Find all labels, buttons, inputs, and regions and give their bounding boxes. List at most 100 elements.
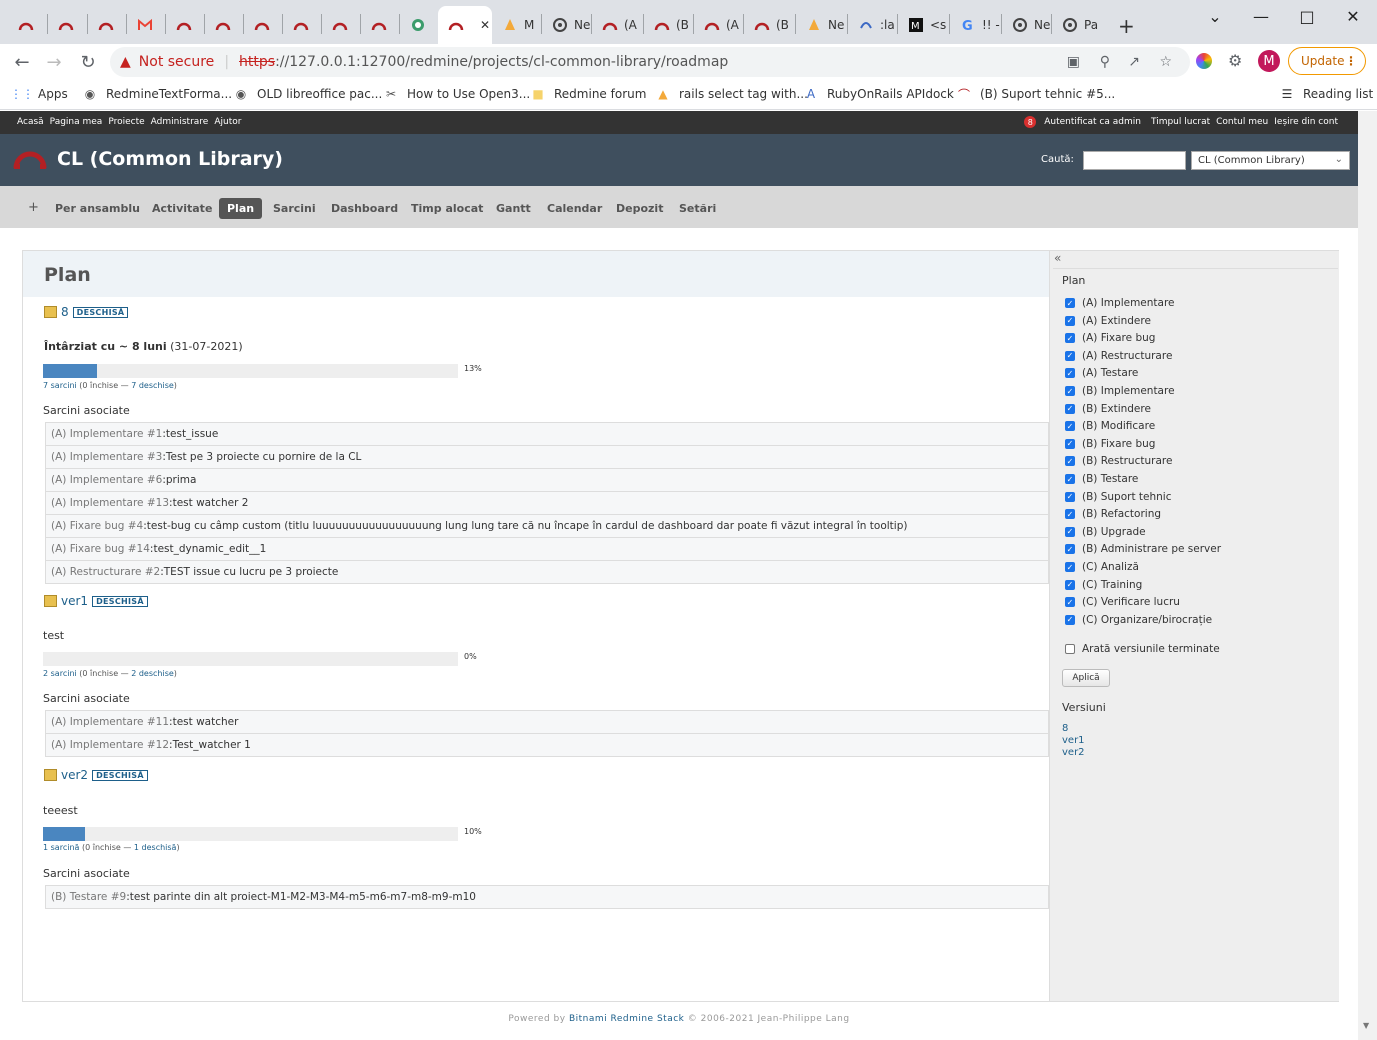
table-row[interactable]: (A) Restructurare #2: TEST issue cu lucr…	[45, 560, 1049, 583]
zoom-icon[interactable]: ⚲	[1100, 54, 1110, 70]
address-bar[interactable]: ▲ Not secure | https ://127.0.0.1:12700/…	[110, 47, 1190, 77]
tab-3[interactable]: Sarcini	[265, 198, 324, 219]
issues-link[interactable]: 7 sarcini	[43, 381, 77, 390]
tracker-option[interactable]: ✓ (B) Suport tehnic	[1065, 491, 1172, 503]
version-link[interactable]: ver2	[61, 768, 88, 782]
browser-tab[interactable]: Ne	[542, 6, 592, 44]
table-row[interactable]: (A) Implementare #6: prima	[45, 468, 1049, 491]
search-input[interactable]	[1083, 151, 1186, 170]
bookmark-item[interactable]: ✂ How to Use Open3...	[383, 86, 530, 102]
browser-tab[interactable]	[127, 6, 166, 44]
tracker-option[interactable]: ✓ (A) Testare	[1065, 367, 1138, 379]
browser-tab[interactable]	[322, 6, 361, 44]
browser-tab[interactable]	[8, 6, 48, 44]
browser-tab[interactable]	[400, 6, 438, 44]
open-issues-link[interactable]: 7 deschise	[131, 381, 174, 390]
issue-subject[interactable]: test_issue	[166, 428, 218, 440]
open-issues-link[interactable]: 2 deschise	[131, 669, 174, 678]
issues-link[interactable]: 2 sarcini	[43, 669, 77, 678]
collapse-sidebar-icon[interactable]: «	[1054, 251, 1061, 265]
apply-button[interactable]: Aplică	[1062, 669, 1110, 687]
tab-9[interactable]: Setări	[671, 198, 724, 219]
sidebar-version-link[interactable]: 8	[1062, 723, 1068, 734]
table-row[interactable]: (A) Implementare #12: Test_watcher 1	[45, 733, 1049, 756]
issue-subject[interactable]: prima	[166, 474, 197, 486]
issue-tracker-link[interactable]: (A) Fixare bug #14	[51, 543, 150, 555]
tracker-option[interactable]: ✓ (A) Fixare bug	[1065, 332, 1155, 344]
issue-tracker-link[interactable]: (A) Implementare #3	[51, 451, 162, 463]
issue-tracker-link[interactable]: (B) Testare #9	[51, 891, 126, 903]
sidebar-version-link[interactable]: ver1	[1062, 735, 1085, 746]
issue-tracker-link[interactable]: (A) Implementare #12	[51, 739, 169, 751]
top-menu-link[interactable]: Ieșire din cont	[1274, 117, 1338, 127]
issue-tracker-link[interactable]: (A) Implementare #1	[51, 428, 162, 440]
not-secure-label[interactable]: Not secure	[139, 54, 215, 70]
browser-tab[interactable]: Pa	[1052, 6, 1100, 44]
tracker-option[interactable]: ✓ (B) Restructurare	[1065, 455, 1172, 467]
tracker-option[interactable]: ✓ (B) Fixare bug	[1065, 438, 1155, 450]
color-extension-icon[interactable]	[1196, 53, 1212, 69]
tracker-option[interactable]: ✓ (B) Testare	[1065, 473, 1138, 485]
tab-5[interactable]: Timp alocat	[403, 198, 491, 219]
issue-subject[interactable]: test_dynamic_edit__1	[153, 543, 266, 555]
tracker-checkbox[interactable]: ✓	[1065, 386, 1075, 396]
tracker-option[interactable]: ✓ (B) Upgrade	[1065, 526, 1146, 538]
bookmark-item[interactable]: ▲ rails select tag with...	[655, 86, 808, 102]
table-row[interactable]: (A) Fixare bug #4: test-bug cu câmp cust…	[45, 514, 1049, 537]
browser-tab[interactable]: M	[492, 6, 542, 44]
tracker-checkbox[interactable]: ✓	[1065, 491, 1075, 502]
table-row[interactable]: (B) Testare #9: test parinte din alt pro…	[45, 885, 1049, 908]
table-row[interactable]: (A) Implementare #1: test_issue	[45, 422, 1049, 445]
browser-tab[interactable]: Ne	[796, 6, 848, 44]
show-completed-option[interactable]: Arată versiunile terminate	[1065, 643, 1220, 655]
tracker-checkbox[interactable]: ✓	[1065, 403, 1075, 414]
minimize-icon[interactable]: —	[1238, 0, 1284, 32]
tracker-option[interactable]: ✓ (C) Verificare lucru	[1065, 596, 1180, 608]
tracker-checkbox[interactable]: ✓	[1065, 438, 1075, 449]
top-menu-link[interactable]: Timpul lucrat	[1151, 117, 1210, 127]
tracker-checkbox[interactable]: ✓	[1065, 456, 1075, 467]
new-tab-icon[interactable]: +	[1118, 14, 1135, 38]
bookmark-item[interactable]: ⌒ (B) Suport tehnic #5...	[956, 86, 1115, 102]
tracker-option[interactable]: ✓ (B) Implementare	[1065, 385, 1175, 397]
forward-icon[interactable]: →	[42, 50, 66, 74]
bookmark-item[interactable]: ■ Redmine forum	[530, 86, 646, 102]
browser-tab[interactable]	[244, 6, 283, 44]
project-jump-select[interactable]: CL (Common Library) ⌄	[1191, 151, 1350, 170]
tracker-option[interactable]: ✓ (A) Implementare	[1065, 297, 1175, 309]
issue-subject[interactable]: TEST issue cu lucru pe 3 proiecte	[164, 566, 339, 578]
issue-tracker-link[interactable]: (A) Fixare bug #4	[51, 520, 143, 532]
browser-tab[interactable]: M <s	[898, 6, 950, 44]
close-window-icon[interactable]: ✕	[1330, 0, 1376, 32]
top-menu-link[interactable]: Pagina mea	[50, 117, 103, 127]
notification-badge[interactable]: 8	[1024, 116, 1037, 128]
bookmark-item[interactable]: ◉ OLD libreoffice pac...	[233, 86, 383, 102]
browser-tab[interactable]: (A	[694, 6, 744, 44]
footer-link[interactable]: Bitnami Redmine Stack	[569, 1014, 684, 1024]
tracker-checkbox[interactable]: ✓	[1065, 298, 1075, 308]
tab-1[interactable]: Activitate	[144, 198, 220, 219]
tracker-option[interactable]: ✓ (B) Extindere	[1065, 403, 1151, 415]
issue-tracker-link[interactable]: (A) Restructurare #2	[51, 566, 160, 578]
browser-tab[interactable]: (A	[592, 6, 644, 44]
issue-subject[interactable]: test watcher 2	[173, 497, 249, 509]
tracker-option[interactable]: ✓ (C) Analiză	[1065, 561, 1139, 573]
tab-7[interactable]: Calendar	[539, 198, 610, 219]
issue-subject[interactable]: Test pe 3 proiecte cu pornire de la CL	[166, 451, 362, 463]
top-menu-link[interactable]: Administrare	[151, 117, 209, 127]
version-link[interactable]: ver1	[61, 594, 88, 608]
translate-icon[interactable]: ▣	[1067, 54, 1080, 70]
profile-avatar[interactable]: M	[1258, 50, 1280, 72]
issues-link[interactable]: 1 sarcină	[43, 843, 79, 852]
issue-tracker-link[interactable]: (A) Implementare #13	[51, 497, 169, 509]
show-completed-checkbox[interactable]	[1065, 644, 1075, 654]
scroll-down-icon[interactable]: ▼	[1363, 1021, 1369, 1030]
open-issues-link[interactable]: 1 deschisă	[134, 843, 177, 852]
tracker-option[interactable]: ✓ (B) Refactoring	[1065, 508, 1161, 520]
top-menu-link[interactable]: Ajutor	[214, 117, 241, 127]
browser-tab[interactable]: (B	[644, 6, 694, 44]
issue-tracker-link[interactable]: (A) Implementare #11	[51, 716, 169, 728]
star-icon[interactable]: ☆	[1159, 54, 1172, 70]
issue-subject[interactable]: test watcher	[173, 716, 239, 728]
browser-tab[interactable]: ✕	[438, 6, 492, 44]
